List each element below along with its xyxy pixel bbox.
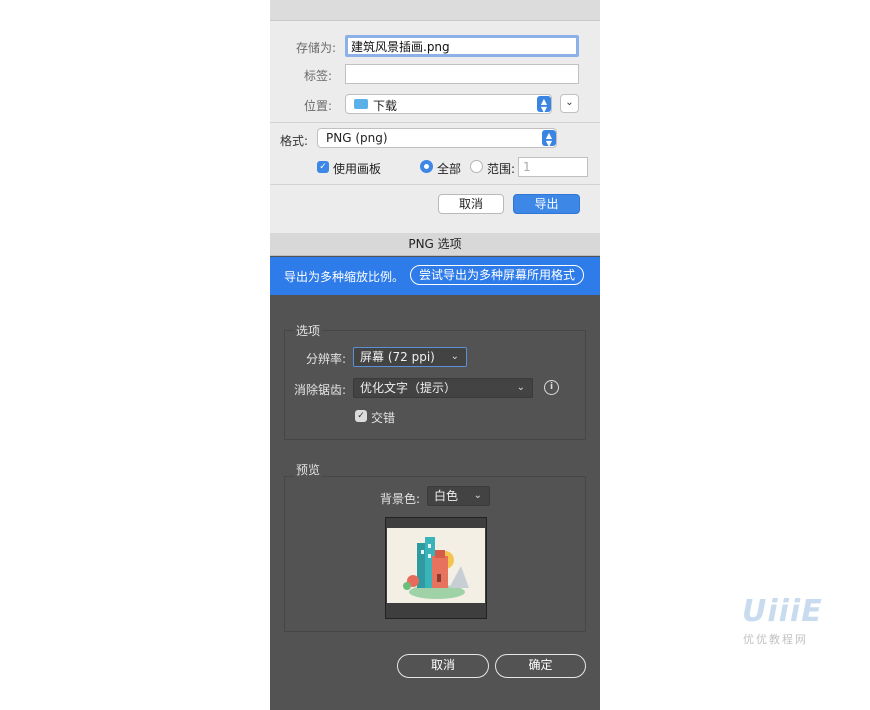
resolution-select[interactable]: 屏幕 (72 ppi) ⌄ [353, 347, 467, 367]
interlace-checkbox[interactable]: ✓ [355, 410, 367, 422]
banner-text: 导出为多种缩放比例。 [284, 270, 405, 284]
ok-button[interactable]: 确定 [495, 654, 586, 678]
watermark-logo: UiiiE [742, 594, 823, 629]
all-radio[interactable] [420, 160, 433, 173]
format-value: PNG (png) [326, 131, 388, 145]
interlace-label: 交错 [371, 411, 396, 425]
cancel-button[interactable]: 取消 [397, 654, 489, 678]
format-label: 格式: [279, 134, 308, 148]
range-label: 范围: [487, 162, 516, 176]
chevron-down-icon: ⌄ [516, 382, 525, 393]
location-select[interactable]: 下载 ▲ ▼ [345, 94, 552, 114]
use-artboards-label: 使用画板 [333, 162, 382, 176]
background-color-select[interactable]: 白色 ⌄ [427, 486, 490, 506]
illustration-image [403, 537, 469, 599]
resolution-value: 屏幕 (72 ppi) [360, 350, 435, 364]
chevron-down-icon: ⌄ [450, 351, 459, 362]
range-radio[interactable] [470, 160, 483, 173]
background-color-value: 白色 [434, 489, 459, 503]
use-artboards-checkbox[interactable]: ✓ [317, 161, 329, 173]
preview-image [387, 528, 485, 603]
save-as-label: 存储为: [295, 41, 336, 55]
info-icon[interactable]: i [544, 380, 559, 395]
format-select[interactable]: PNG (png) ▲ ▼ [317, 128, 557, 148]
radio-dot [424, 164, 429, 169]
filename-input[interactable]: 建筑风景插画.png [345, 35, 579, 57]
options-group-label: 选项 [294, 322, 323, 339]
dialog-title: PNG 选项 [270, 233, 600, 256]
export-button[interactable]: 导出 [513, 194, 580, 214]
location-label: 位置: [303, 99, 332, 113]
save-dialog: 存储为: 建筑风景插画.png 标签: 位置: 下载 ▲ ▼ ⌄ 格式: PNG … [270, 0, 600, 233]
tags-label: 标签: [303, 69, 332, 83]
expand-chevron-icon[interactable]: ⌄ [560, 94, 579, 113]
range-input[interactable]: 1 [518, 157, 588, 177]
location-stepper-icon: ▲ ▼ [537, 96, 551, 114]
background-color-label: 背景色: [380, 492, 421, 506]
save-dialog-titlebar [270, 0, 600, 21]
preview-thumbnail [385, 517, 487, 619]
watermark-text: 优优教程网 [743, 633, 808, 646]
try-multi-screen-button[interactable]: 尝试导出为多种屏幕所用格式 [410, 265, 584, 285]
png-options-dialog: PNG 选项 导出为多种缩放比例。 尝试导出为多种屏幕所用格式 选项 分辨率: … [270, 233, 600, 710]
resolution-label: 分辨率: [306, 352, 347, 366]
format-stepper-icon: ▲ ▼ [542, 130, 556, 148]
multi-scale-banner: 导出为多种缩放比例。 尝试导出为多种屏幕所用格式 [270, 257, 600, 295]
location-value: 下载 [373, 99, 398, 113]
tags-input[interactable] [345, 64, 579, 84]
folder-icon [354, 99, 368, 109]
divider [270, 122, 600, 123]
chevron-down-icon: ⌄ [473, 490, 482, 501]
divider [270, 184, 600, 185]
antialias-select[interactable]: 优化文字（提示） ⌄ [353, 378, 533, 398]
antialias-label: 消除锯齿: [294, 383, 347, 397]
cancel-button[interactable]: 取消 [438, 194, 504, 214]
all-label: 全部 [437, 162, 462, 176]
antialias-value: 优化文字（提示） [360, 381, 457, 395]
preview-group-label: 预览 [294, 461, 323, 478]
